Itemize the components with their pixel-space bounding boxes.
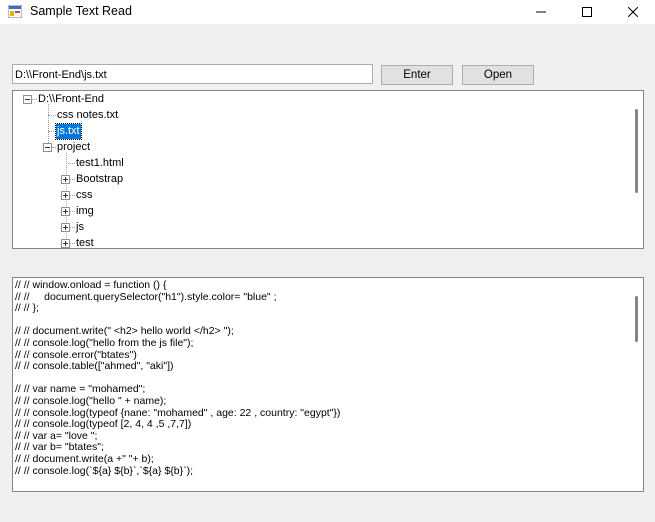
minimize-button[interactable] — [518, 0, 564, 24]
code-scrollbar-thumb[interactable] — [635, 296, 638, 342]
window-title: Sample Text Read — [30, 4, 132, 18]
code-line: // // document.write(" <h2> hello world … — [15, 326, 234, 338]
code-line: // // console.log(typeof {nane: "mohamed… — [15, 407, 341, 419]
collapse-icon[interactable] — [43, 143, 52, 152]
code-content: // // window.onload = function () { // /… — [15, 280, 625, 477]
title-bar: Sample Text Read — [0, 0, 655, 24]
minimize-icon — [536, 11, 546, 13]
enter-button[interactable]: Enter — [381, 65, 453, 85]
code-line: // // }; — [15, 303, 39, 315]
close-icon — [628, 7, 638, 17]
path-field-wrapper — [12, 64, 373, 84]
tree-node-js[interactable]: js — [76, 220, 84, 235]
tree-line — [70, 179, 75, 181]
file-tree[interactable]: D:\\Front-End css notes.txt js.txt proje… — [12, 90, 644, 249]
tree-node-css-notes[interactable]: css notes.txt — [57, 108, 118, 123]
code-line: // // document.write(a +" "+ b); — [15, 453, 154, 465]
tree-line — [70, 227, 75, 229]
code-line: // // var name = "mohamed"; — [15, 384, 146, 396]
code-line: // // console.log("hello from the js fil… — [15, 337, 194, 349]
code-line: // // document.querySelector("h1").style… — [15, 291, 277, 303]
close-button[interactable] — [610, 0, 655, 24]
tree-scrollbar-thumb[interactable] — [635, 109, 638, 193]
tree-line — [52, 147, 56, 149]
code-line: // // var b= "btates"; — [15, 442, 104, 454]
tree-line — [66, 163, 75, 165]
tree-node-img[interactable]: img — [76, 204, 94, 219]
app-icon — [8, 5, 22, 18]
tree-node-test1[interactable]: test1.html — [76, 156, 124, 171]
collapse-icon[interactable] — [23, 95, 32, 104]
tree-line — [70, 211, 75, 213]
expand-icon[interactable] — [61, 191, 70, 200]
tree-line — [48, 131, 56, 133]
tree-node-js-txt[interactable]: js.txt — [55, 123, 82, 140]
tree-line — [70, 195, 75, 197]
code-line: // // console.log("hello " + name); — [15, 395, 167, 407]
code-line: // // console.log(`${a} ${b}`,`${a} ${b}… — [15, 465, 194, 477]
tree-line — [48, 104, 50, 145]
expand-icon[interactable] — [61, 223, 70, 232]
expand-icon[interactable] — [61, 175, 70, 184]
tree-line — [70, 243, 75, 245]
tree-node-root[interactable]: D:\\Front-End — [38, 92, 104, 107]
code-line: // // console.log(typeof [2, 4, 4 ,5 ,7,… — [15, 419, 192, 431]
maximize-icon — [582, 7, 592, 17]
expand-icon[interactable] — [61, 207, 70, 216]
code-line: // // console.error("btates") — [15, 349, 137, 361]
tree-node-bootstrap[interactable]: Bootstrap — [76, 172, 123, 187]
tree-node-test[interactable]: test — [76, 236, 94, 248]
tree-line — [32, 99, 37, 101]
code-line: // // window.onload = function () { — [15, 280, 167, 291]
path-input[interactable] — [13, 66, 372, 84]
tree-node-project[interactable]: project — [57, 140, 90, 155]
code-line: // // console.table(["ahmed", "aki"]) — [15, 361, 174, 373]
tree-node-css[interactable]: css — [76, 188, 93, 203]
maximize-button[interactable] — [564, 0, 610, 24]
tree-line — [48, 115, 56, 117]
code-line: // // var a= "love "; — [15, 430, 98, 442]
expand-icon[interactable] — [61, 239, 70, 248]
code-textbox[interactable]: // // window.onload = function () { // /… — [12, 277, 644, 492]
open-button[interactable]: Open — [462, 65, 534, 85]
